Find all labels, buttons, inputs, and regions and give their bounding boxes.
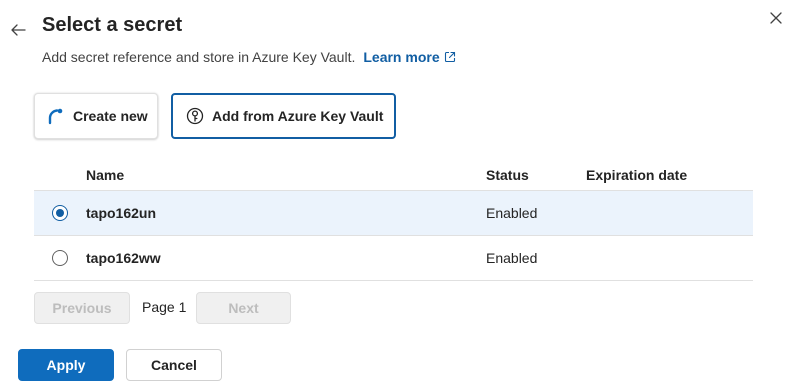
create-new-tile[interactable]: Create new [34, 93, 158, 139]
back-button[interactable] [8, 20, 28, 40]
add-from-key-vault-tile[interactable]: Add from Azure Key Vault [171, 93, 396, 139]
learn-more-label: Learn more [363, 49, 440, 65]
table-row[interactable]: tapo162ww Enabled [34, 236, 753, 281]
column-name: Name [86, 167, 125, 183]
arrow-left-icon [11, 24, 26, 36]
secret-status: Enabled [486, 250, 538, 266]
secret-name: tapo162ww [86, 250, 161, 266]
create-new-label: Create new [73, 108, 148, 124]
table-header: Name Status Expiration date [34, 160, 753, 191]
subtitle-text: Add secret reference and store in Azure … [42, 49, 356, 65]
previous-page-button[interactable]: Previous [34, 292, 130, 324]
close-icon [770, 12, 782, 24]
close-button[interactable] [766, 8, 786, 28]
secret-name: tapo162un [86, 205, 157, 221]
page-indicator: Page 1 [142, 299, 187, 315]
page-title: Select a secret [42, 14, 183, 36]
column-status: Status [486, 167, 529, 183]
apply-button[interactable]: Apply [18, 349, 114, 381]
add-from-key-vault-label: Add from Azure Key Vault [212, 108, 384, 124]
column-expiration: Expiration date [586, 167, 688, 183]
secrets-table: Name Status Expiration date tapo162un En… [34, 160, 753, 281]
subtitle: Add secret reference and store in Azure … [42, 47, 456, 67]
open-external-icon [444, 51, 455, 63]
next-page-button[interactable]: Next [196, 292, 291, 324]
secret-status: Enabled [486, 205, 538, 221]
table-row[interactable]: tapo162un Enabled [34, 191, 753, 236]
row-radio[interactable] [52, 250, 68, 266]
cancel-button[interactable]: Cancel [126, 349, 222, 381]
key-new-icon [47, 107, 65, 125]
row-radio[interactable] [52, 205, 68, 221]
learn-more-link[interactable]: Learn more [363, 47, 455, 67]
key-vault-icon [186, 107, 204, 125]
